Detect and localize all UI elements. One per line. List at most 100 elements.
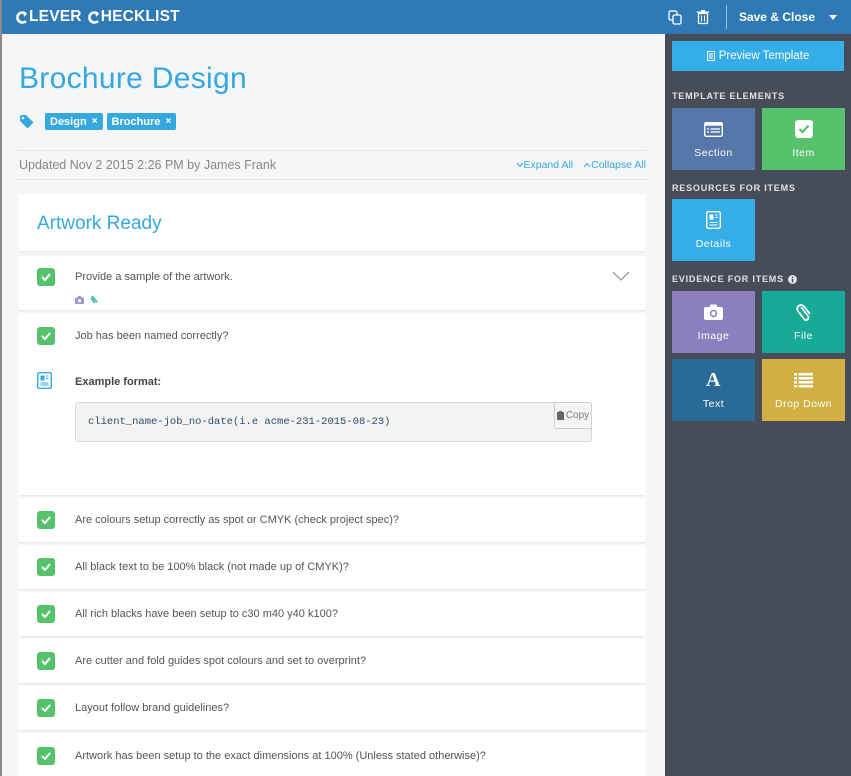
duplicate-icon[interactable] <box>666 8 684 26</box>
tag-label: Brochure <box>111 115 161 128</box>
item-tile[interactable]: Item <box>762 108 845 170</box>
camera-icon <box>704 304 723 320</box>
section-tile[interactable]: Section <box>672 108 755 170</box>
remove-tag-icon[interactable]: × <box>165 116 171 127</box>
checklist-item[interactable]: Artwork has been setup to the exact dime… <box>18 733 646 776</box>
list-icon <box>794 372 813 387</box>
tag-brochure[interactable]: Brochure × <box>106 113 177 130</box>
text-icon: A <box>706 368 721 391</box>
details-icon <box>37 372 52 389</box>
camera-icon <box>75 295 84 304</box>
main-content: Brochure Design Design × Brochure × Upda… <box>2 34 665 776</box>
item-text[interactable]: Artwork has been setup to the exact dime… <box>75 750 486 762</box>
checkbox-icon <box>794 120 813 138</box>
checklist-item[interactable]: Are cutter and fold guides spot colours … <box>18 639 646 683</box>
preview-template-button[interactable]: Preview Template <box>672 41 844 71</box>
logo-text-1: LEVER <box>29 8 82 25</box>
tag-label: Design <box>50 115 87 128</box>
caret-down-icon[interactable] <box>829 14 837 20</box>
details-tile[interactable]: Details <box>672 199 755 261</box>
dropdown-tile[interactable]: Drop Down <box>762 359 845 421</box>
remove-tag-icon[interactable]: × <box>92 116 98 127</box>
item-text[interactable]: Are colours setup correctly as spot or C… <box>75 514 399 526</box>
expand-all-link[interactable]: Expand All <box>516 159 574 171</box>
clipboard-icon <box>556 411 564 420</box>
checkbox-checked[interactable] <box>37 558 55 576</box>
save-close-button[interactable]: Save & Close <box>739 10 851 24</box>
app-logo: LEVER HECKLIST <box>16 8 180 26</box>
tile-label: Item <box>792 147 815 159</box>
item-text[interactable]: Provide a sample of the artwork. <box>75 271 233 283</box>
checklist-item[interactable]: Job has been named correctly? Example fo… <box>18 313 646 495</box>
checklist-item[interactable]: All black text to be 100% black (not mad… <box>18 545 646 589</box>
tile-label: Details <box>695 238 732 250</box>
logo-c-icon <box>16 10 27 24</box>
page-title[interactable]: Brochure Design <box>19 62 247 96</box>
top-bar: LEVER HECKLIST Save & Close <box>0 0 851 34</box>
checkmark-icon <box>41 563 51 571</box>
file-tile[interactable]: File <box>762 291 845 353</box>
tag-icon <box>20 114 34 128</box>
item-text[interactable]: Job has been named correctly? <box>75 330 228 342</box>
document-icon <box>706 51 715 61</box>
checklist-item[interactable]: All rich blacks have been setup to c30 m… <box>18 592 646 636</box>
checkbox-checked[interactable] <box>37 511 55 529</box>
chevron-down-icon <box>516 162 523 168</box>
copy-button[interactable]: Copy <box>554 402 592 429</box>
expand-all-label: Expand All <box>523 159 574 171</box>
code-text[interactable]: client_name-job_no-date(i.e acme-231-201… <box>88 416 390 428</box>
checkmark-icon <box>41 657 51 665</box>
item-text[interactable]: Are cutter and fold guides spot colours … <box>75 655 366 667</box>
item-text[interactable]: Layout follow brand guidelines? <box>75 702 229 714</box>
info-icon[interactable] <box>787 274 797 284</box>
checklist-item[interactable]: Are colours setup correctly as spot or C… <box>18 498 646 542</box>
toolbar-divider <box>725 5 727 29</box>
checkmark-icon <box>41 610 51 618</box>
save-close-label: Save & Close <box>738 10 815 24</box>
updated-info: Updated Nov 2 2015 2:26 PM by James Fran… <box>19 158 277 172</box>
checkbox-checked[interactable] <box>37 605 55 623</box>
details-label: Example format: <box>75 376 162 388</box>
details-icon <box>706 211 721 229</box>
checkmark-icon <box>41 704 51 712</box>
code-block[interactable]: client_name-job_no-date(i.e acme-231-201… <box>75 402 592 442</box>
checkbox-checked[interactable] <box>37 699 55 717</box>
text-tile[interactable]: A Text <box>672 359 755 421</box>
tile-label: Section <box>694 147 733 159</box>
tag-list: Design × Brochure × <box>19 113 177 130</box>
checkbox-checked[interactable] <box>37 327 55 345</box>
chevron-up-icon <box>583 162 591 168</box>
collapse-all-label: Collapse All <box>591 159 646 171</box>
copy-label: Copy <box>565 410 590 421</box>
section-icon <box>704 121 723 137</box>
meta-row: Updated Nov 2 2015 2:26 PM by James Fran… <box>18 150 646 180</box>
resources-heading: RESOURCES FOR ITEMS <box>672 183 796 193</box>
tile-label: Text <box>702 398 725 410</box>
preview-label: Preview Template <box>718 50 810 62</box>
checklist-item[interactable]: Provide a sample of the artwork. <box>18 256 646 310</box>
logo-c-icon <box>87 10 99 24</box>
checklist-item[interactable]: Layout follow brand guidelines? <box>18 686 646 730</box>
image-tile[interactable]: Image <box>672 291 755 353</box>
tile-label: Drop Down <box>774 398 833 410</box>
template-elements-heading: TEMPLATE ELEMENTS <box>672 91 785 101</box>
collapse-all-link[interactable]: Collapse All <box>583 159 646 171</box>
checkmark-icon <box>41 273 51 281</box>
checkbox-checked[interactable] <box>37 652 55 670</box>
item-text[interactable]: All black text to be 100% black (not mad… <box>75 561 349 573</box>
section-header[interactable]: Artwork Ready <box>18 194 646 251</box>
checkbox-checked[interactable] <box>37 747 55 765</box>
tile-label: Image <box>697 330 730 342</box>
checkmark-icon <box>41 332 51 340</box>
tile-label: File <box>794 330 813 342</box>
tag-design[interactable]: Design × <box>45 113 103 130</box>
sidebar: Preview Template TEMPLATE ELEMENTS Secti… <box>665 34 851 776</box>
paperclip-icon <box>795 304 811 321</box>
checkmark-icon <box>41 516 51 524</box>
chevron-down-icon[interactable] <box>612 270 630 282</box>
checkbox-checked[interactable] <box>37 268 55 286</box>
section-title[interactable]: Artwork Ready <box>37 213 162 235</box>
item-text[interactable]: All rich blacks have been setup to c30 m… <box>75 608 338 620</box>
logo-text-2: HECKLIST <box>100 8 180 25</box>
trash-icon[interactable] <box>694 8 712 26</box>
